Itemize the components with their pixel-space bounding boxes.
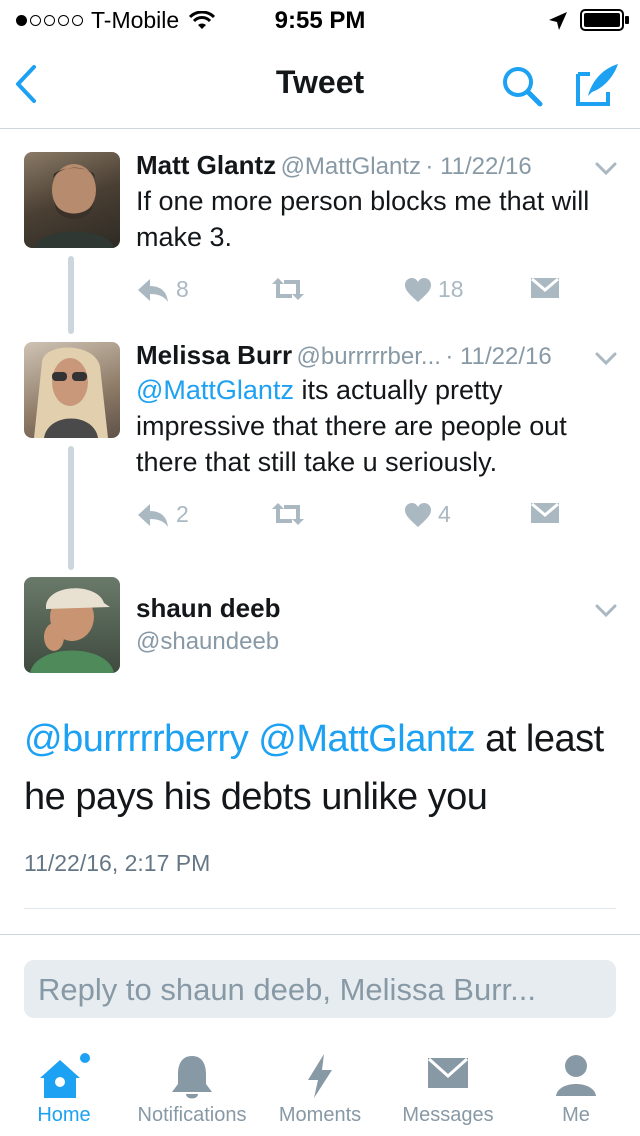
author-name[interactable]: Melissa Burr bbox=[136, 340, 292, 370]
reply-button[interactable]: 2 bbox=[136, 501, 189, 528]
tab-home[interactable]: Home bbox=[0, 1040, 128, 1136]
envelope-icon bbox=[427, 1057, 469, 1088]
tab-messages[interactable]: Messages bbox=[384, 1040, 512, 1136]
like-button[interactable]: 18 bbox=[404, 276, 464, 303]
dm-button[interactable] bbox=[530, 276, 560, 300]
tweet-header: Matt Glantz @MattGlantz · 11/22/16 bbox=[136, 150, 596, 181]
mention-link[interactable]: @burrrrrberry bbox=[24, 718, 249, 760]
tab-notifications[interactable]: Notifications bbox=[128, 1040, 256, 1136]
tweet-text: If one more person blocks me that will m… bbox=[136, 186, 590, 252]
heart-icon bbox=[405, 502, 431, 527]
tab-label: Messages bbox=[402, 1104, 494, 1126]
tweet-header: Melissa Burr @burrrrrber... · 11/22/16 bbox=[136, 340, 588, 371]
reply-count: 2 bbox=[176, 501, 189, 527]
tab-label: Me bbox=[562, 1104, 590, 1126]
compose-tweet-icon[interactable] bbox=[574, 62, 620, 108]
reply-icon bbox=[138, 503, 168, 527]
retweet-icon bbox=[272, 503, 304, 525]
tweet-timestamp: 11/22/16, 2:17 PM bbox=[24, 850, 211, 876]
tweet-actions: 8 18 bbox=[136, 276, 616, 310]
author-handle: @burrrrrber... bbox=[296, 343, 441, 370]
reply-count: 8 bbox=[176, 276, 189, 302]
home-icon bbox=[40, 1053, 90, 1098]
chevron-down-icon[interactable] bbox=[594, 156, 618, 180]
reply-icon bbox=[138, 278, 168, 302]
retweet-button[interactable] bbox=[270, 276, 306, 302]
heart-icon bbox=[405, 277, 431, 302]
chevron-down-icon[interactable] bbox=[594, 598, 618, 622]
tweet-actions: 2 4 bbox=[136, 501, 616, 535]
author-handle: @shaundeeb bbox=[136, 628, 280, 655]
chevron-down-icon[interactable] bbox=[594, 346, 618, 370]
avatar-photo bbox=[34, 164, 114, 248]
like-button[interactable]: 4 bbox=[404, 501, 451, 528]
page-title: Tweet bbox=[275, 64, 365, 100]
avatar[interactable] bbox=[24, 342, 120, 438]
tab-label: Home bbox=[37, 1104, 91, 1126]
like-count: 18 bbox=[438, 276, 464, 302]
dm-button[interactable] bbox=[530, 501, 560, 525]
author-name[interactable]: shaun deeb bbox=[136, 593, 280, 624]
tweet-text: @MattGlantz its actually pretty impressi… bbox=[136, 372, 626, 480]
avatar-photo bbox=[30, 588, 114, 673]
envelope-icon bbox=[531, 277, 559, 298]
reply-button[interactable]: 8 bbox=[136, 276, 189, 303]
avatar[interactable] bbox=[24, 577, 120, 673]
tab-label: Notifications bbox=[137, 1104, 247, 1126]
status-time: 9:55 PM bbox=[274, 7, 366, 34]
tab-moments[interactable]: Moments bbox=[256, 1040, 384, 1136]
retweet-icon bbox=[272, 278, 304, 300]
thread-line bbox=[68, 256, 74, 334]
nav-bar: Tweet bbox=[0, 40, 640, 129]
divider bbox=[0, 934, 640, 935]
bell-icon bbox=[172, 1056, 212, 1099]
person-icon bbox=[556, 1055, 596, 1096]
divider bbox=[24, 908, 616, 909]
tab-label: Moments bbox=[278, 1104, 362, 1126]
retweet-button[interactable] bbox=[270, 501, 306, 527]
status-bar: T-Mobile 9:55 PM bbox=[0, 0, 640, 40]
tweet-date: · 11/22/16 bbox=[445, 343, 552, 370]
mention-link[interactable]: @MattGlantz bbox=[136, 375, 294, 405]
author-name[interactable]: Matt Glantz bbox=[136, 150, 276, 180]
tweet-date: · 11/22/16 bbox=[425, 153, 532, 180]
like-count: 4 bbox=[438, 501, 451, 527]
search-icon[interactable] bbox=[500, 64, 544, 108]
envelope-icon bbox=[531, 502, 559, 523]
tab-bar: Home Notifications Moments Messages Me bbox=[0, 1040, 640, 1136]
battery-icon bbox=[580, 9, 629, 31]
tab-me[interactable]: Me bbox=[512, 1040, 640, 1136]
thread-line bbox=[68, 446, 74, 570]
main-tweet-text: @burrrrrberry @MattGlantz at least he pa… bbox=[24, 710, 624, 826]
reply-input[interactable]: Reply to shaun deeb, Melissa Burr... bbox=[24, 960, 616, 1018]
author-handle: @MattGlantz bbox=[280, 153, 421, 180]
avatar[interactable] bbox=[24, 152, 120, 248]
mention-link[interactable]: @MattGlantz bbox=[258, 718, 475, 760]
location-arrow-icon bbox=[549, 12, 567, 30]
avatar-photo bbox=[34, 347, 108, 438]
lightning-icon bbox=[308, 1054, 332, 1098]
